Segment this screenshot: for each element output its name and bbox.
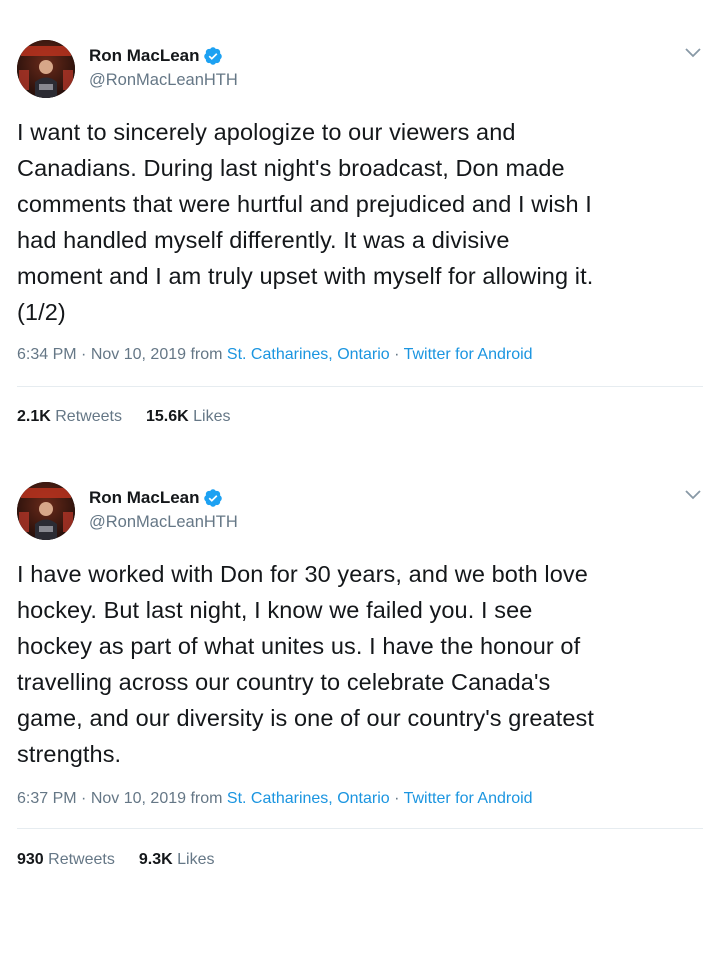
chevron-down-icon[interactable] <box>684 46 702 58</box>
tweet-time[interactable]: 6:34 PM <box>17 346 77 363</box>
likes-stat[interactable]: 15.6K Likes <box>146 408 231 425</box>
tweet-time[interactable]: 6:37 PM <box>17 790 77 807</box>
chevron-down-icon[interactable] <box>684 488 702 500</box>
likes-count: 15.6K <box>145 408 189 425</box>
author-display-name[interactable]: Ron MacLean <box>89 487 200 509</box>
tweet-meta: 6:34 PM · Nov 10, 2019 from St. Catharin… <box>17 344 533 366</box>
author-handle[interactable]: @RonMacLeanHTH <box>89 69 238 91</box>
tweet-date[interactable]: Nov 10, 2019 <box>91 790 186 807</box>
meta-separator: · <box>81 790 91 807</box>
tweet-location-link[interactable]: St. Catharines, Ontario <box>227 790 390 807</box>
divider <box>17 828 703 829</box>
avatar[interactable] <box>17 482 75 540</box>
tweet-text: I want to sincerely apologize to our vie… <box>17 119 594 325</box>
verified-badge-icon <box>203 488 223 508</box>
meta-separator: · <box>394 346 404 363</box>
meta-separator: · <box>394 790 404 807</box>
likes-stat[interactable]: 9.3K Likes <box>139 851 215 868</box>
author-row: Ron MacLean <box>89 44 223 68</box>
tweet-source-link[interactable]: Twitter for Android <box>404 790 533 807</box>
author-handle[interactable]: @RonMacLeanHTH <box>89 511 238 533</box>
retweets-label: Retweets <box>55 408 122 425</box>
retweets-count: 930 <box>17 851 44 868</box>
likes-count: 9.3K <box>138 851 173 868</box>
tweet-meta: 6:37 PM · Nov 10, 2019 from St. Catharin… <box>17 788 533 810</box>
likes-label: Likes <box>193 408 231 425</box>
divider <box>17 386 703 387</box>
from-label: from <box>190 790 227 807</box>
likes-label: Likes <box>177 851 215 868</box>
avatar[interactable] <box>17 40 75 98</box>
tweet-stats: 2.1K Retweets 15.6K Likes <box>17 406 230 428</box>
retweets-stat[interactable]: 930 Retweets <box>17 851 115 868</box>
retweets-label: Retweets <box>48 851 115 868</box>
retweets-count: 2.1K <box>17 408 51 425</box>
meta-separator: · <box>81 346 91 363</box>
tweet-stats: 930 Retweets 9.3K Likes <box>17 849 214 871</box>
verified-badge-icon <box>203 46 223 66</box>
tweet-location-link[interactable]: St. Catharines, Ontario <box>227 346 390 363</box>
tweet-date[interactable]: Nov 10, 2019 <box>91 346 186 363</box>
tweet-text: I have worked with Don for 30 years, and… <box>17 561 594 767</box>
retweets-stat[interactable]: 2.1K Retweets <box>17 408 122 425</box>
from-label: from <box>190 346 227 363</box>
author-row: Ron MacLean <box>89 486 223 510</box>
author-display-name[interactable]: Ron MacLean <box>89 45 200 67</box>
tweet-source-link[interactable]: Twitter for Android <box>404 346 533 363</box>
